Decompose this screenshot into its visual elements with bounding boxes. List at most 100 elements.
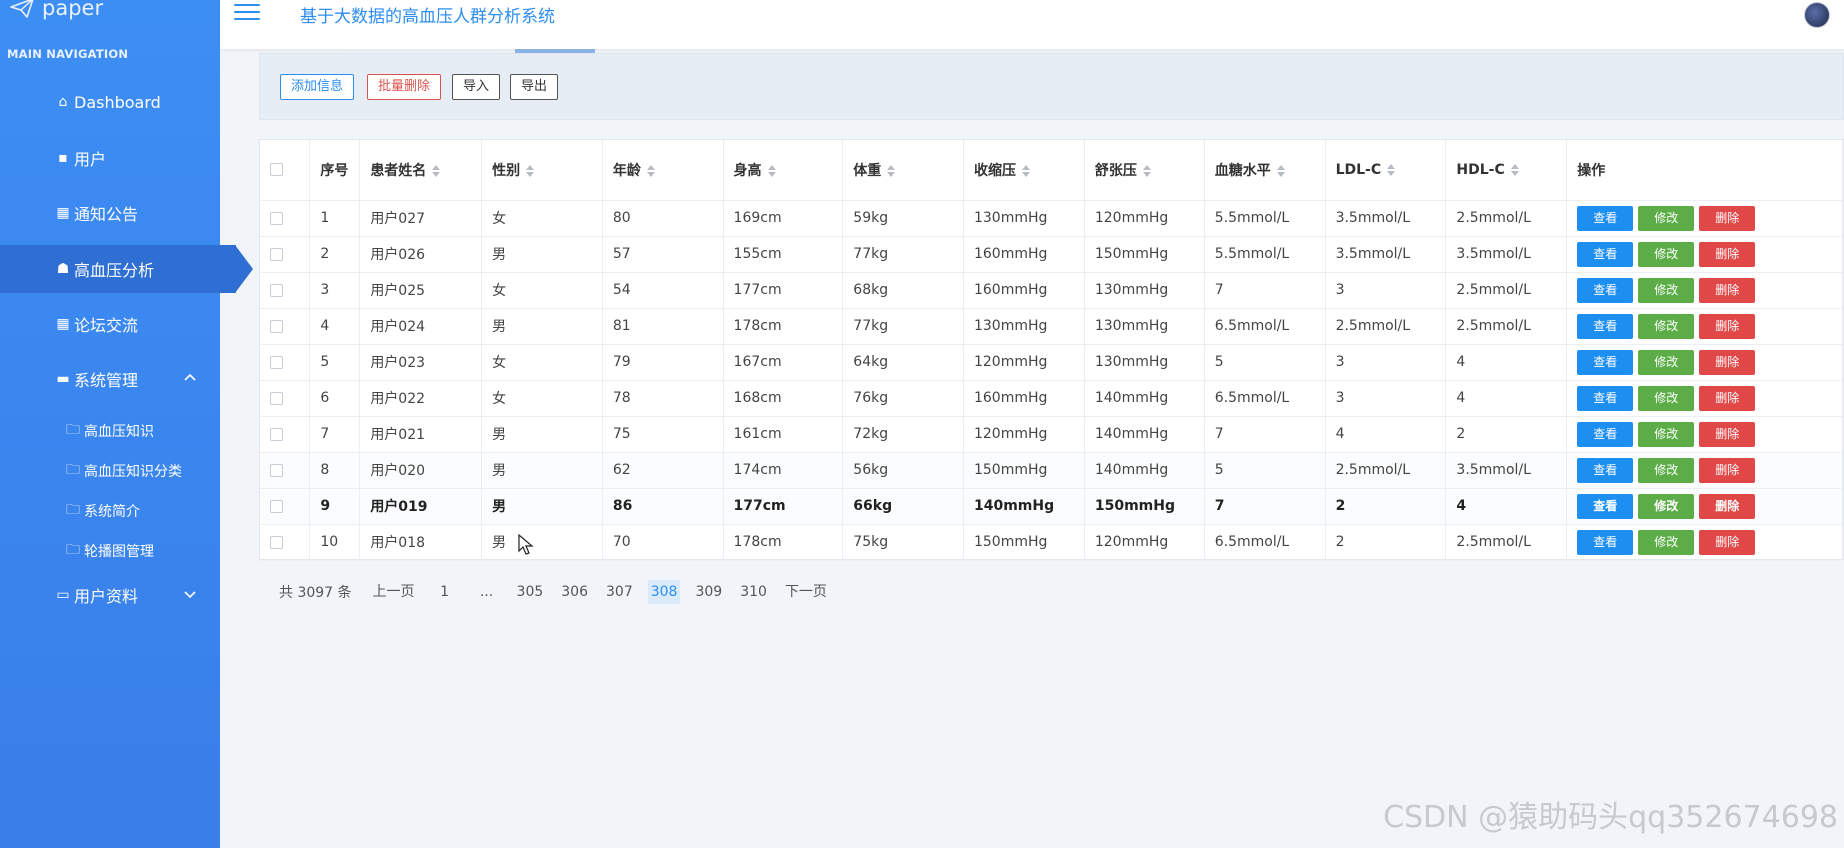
edit-button[interactable]: 修改: [1638, 493, 1695, 519]
sidebar-item-user-profile[interactable]: ▭ 用户资料: [0, 571, 220, 619]
sort-icon[interactable]: [887, 164, 896, 177]
sort-icon[interactable]: [1021, 164, 1030, 177]
table-cell: 2.5mmol/L: [1445, 272, 1568, 309]
column-header[interactable]: 年龄: [602, 140, 724, 201]
sort-icon[interactable]: [1510, 163, 1519, 176]
edit-button[interactable]: 修改: [1638, 529, 1695, 555]
sidebar-item-dashboard[interactable]: ⌂ Dashboard: [0, 78, 220, 126]
delete-button[interactable]: 删除: [1699, 421, 1756, 447]
row-checkbox[interactable]: [270, 499, 283, 513]
edit-button[interactable]: 修改: [1638, 277, 1695, 303]
row-checkbox[interactable]: [270, 427, 283, 441]
edit-button[interactable]: 修改: [1638, 421, 1695, 447]
sort-icon[interactable]: [526, 164, 535, 177]
view-button[interactable]: 查看: [1577, 421, 1634, 447]
sort-icon[interactable]: [646, 164, 655, 177]
table-cell: 女: [481, 344, 603, 381]
column-header[interactable]: 收缩压: [963, 140, 1085, 201]
row-checkbox[interactable]: [270, 247, 283, 261]
view-button[interactable]: 查看: [1577, 241, 1634, 267]
delete-button[interactable]: 删除: [1699, 277, 1756, 303]
table-cell: 用户020: [359, 452, 483, 489]
page-number[interactable]: 308: [647, 580, 681, 604]
delete-button[interactable]: 删除: [1699, 457, 1756, 483]
edit-button[interactable]: 修改: [1638, 349, 1695, 375]
import-button[interactable]: 导入: [452, 74, 501, 100]
sidebar-subitem-system-intro[interactable]: 🗀 系统简介: [0, 494, 220, 528]
column-header-label: HDL-C: [1456, 161, 1505, 178]
row-checkbox[interactable]: [270, 211, 283, 225]
sidebar-subitem-hypertension-knowledge[interactable]: 🗀 高血压知识: [0, 414, 220, 448]
edit-button[interactable]: 修改: [1638, 457, 1695, 483]
sidebar-item-users[interactable]: ▪ 用户: [0, 134, 220, 182]
edit-button[interactable]: 修改: [1638, 313, 1695, 339]
page-number[interactable]: 307: [603, 580, 636, 604]
column-header[interactable]: 血糖水平: [1204, 140, 1326, 201]
page-number[interactable]: 309: [692, 580, 725, 604]
column-header[interactable]: 性别: [481, 140, 603, 201]
row-checkbox[interactable]: [270, 319, 283, 333]
batch-delete-button[interactable]: 批量删除: [367, 74, 442, 100]
column-header[interactable]: 患者姓名: [359, 140, 483, 201]
edit-button[interactable]: 修改: [1638, 241, 1695, 267]
delete-button[interactable]: 删除: [1699, 529, 1756, 555]
row-checkbox[interactable]: [270, 391, 283, 405]
column-header[interactable]: 序号: [309, 140, 361, 201]
delete-button[interactable]: 删除: [1699, 385, 1756, 411]
view-button[interactable]: 查看: [1577, 385, 1634, 411]
row-checkbox[interactable]: [270, 283, 283, 297]
column-header[interactable]: LDL-C: [1325, 140, 1447, 201]
view-button[interactable]: 查看: [1577, 313, 1634, 339]
brand-logo[interactable]: paper: [10, 0, 103, 20]
table-row: 2 用户026 男 57 155cm 77kg 160mmHg 150mmHg 5.5mmol/…: [260, 236, 1843, 273]
page-number[interactable]: 306: [558, 580, 591, 604]
view-button[interactable]: 查看: [1577, 493, 1634, 519]
column-header[interactable]: 体重: [842, 140, 964, 201]
view-button[interactable]: 查看: [1577, 529, 1634, 555]
edit-button[interactable]: 修改: [1638, 205, 1695, 231]
sidebar-subitem-carousel[interactable]: 🗀 轮播图管理: [0, 534, 220, 568]
sort-icon[interactable]: [767, 164, 776, 177]
column-header-label: 患者姓名: [370, 162, 427, 179]
sidebar-subitem-knowledge-category[interactable]: 🗀 高血压知识分类: [0, 454, 220, 488]
sort-icon[interactable]: [432, 164, 441, 177]
sidebar-item-notices[interactable]: ▦ 通知公告: [0, 189, 220, 237]
sidebar-item-hypertension-analysis[interactable]: ☗ 高血压分析: [0, 245, 253, 293]
table-cell: 用户021: [359, 416, 483, 453]
column-header[interactable]: 舒张压: [1084, 140, 1205, 201]
view-button[interactable]: 查看: [1577, 457, 1634, 483]
edit-button[interactable]: 修改: [1638, 385, 1695, 411]
table-cell: 177cm: [723, 488, 844, 525]
page-first[interactable]: 1: [430, 580, 460, 604]
row-checkbox[interactable]: [270, 355, 283, 369]
view-button[interactable]: 查看: [1577, 349, 1634, 375]
column-header[interactable]: HDL-C: [1445, 140, 1568, 201]
select-all-checkbox[interactable]: [270, 163, 283, 177]
view-button[interactable]: 查看: [1577, 205, 1634, 231]
sidebar-item-system-management[interactable]: ▬ 系统管理: [0, 355, 220, 403]
column-header[interactable]: 身高: [723, 140, 844, 201]
delete-button[interactable]: 删除: [1699, 241, 1756, 267]
delete-button[interactable]: 删除: [1699, 493, 1756, 519]
avatar[interactable]: [1804, 2, 1830, 28]
page-number[interactable]: 305: [514, 580, 547, 604]
row-checkbox[interactable]: [270, 535, 283, 549]
prev-page-button[interactable]: 上一页: [370, 580, 418, 604]
menu-toggle-icon[interactable]: [234, 4, 260, 24]
delete-button[interactable]: 删除: [1699, 313, 1756, 339]
top-bar: 基于大数据的高血压人群分析系统: [220, 0, 1844, 49]
delete-button[interactable]: 删除: [1699, 205, 1756, 231]
row-checkbox[interactable]: [270, 463, 283, 477]
delete-button[interactable]: 删除: [1699, 349, 1756, 375]
next-page-button[interactable]: 下一页: [782, 580, 830, 604]
sort-icon[interactable]: [1276, 164, 1285, 177]
page-ellipsis[interactable]: ...: [472, 580, 502, 604]
row-actions: 查看 修改 删除: [1566, 452, 1843, 489]
view-button[interactable]: 查看: [1577, 277, 1634, 303]
export-button[interactable]: 导出: [510, 74, 559, 100]
sort-icon[interactable]: [1142, 164, 1151, 177]
page-number[interactable]: 310: [737, 580, 770, 604]
sidebar-item-forum[interactable]: ▦ 论坛交流: [0, 300, 220, 348]
sort-icon[interactable]: [1387, 163, 1396, 176]
add-info-button[interactable]: 添加信息: [280, 74, 355, 100]
